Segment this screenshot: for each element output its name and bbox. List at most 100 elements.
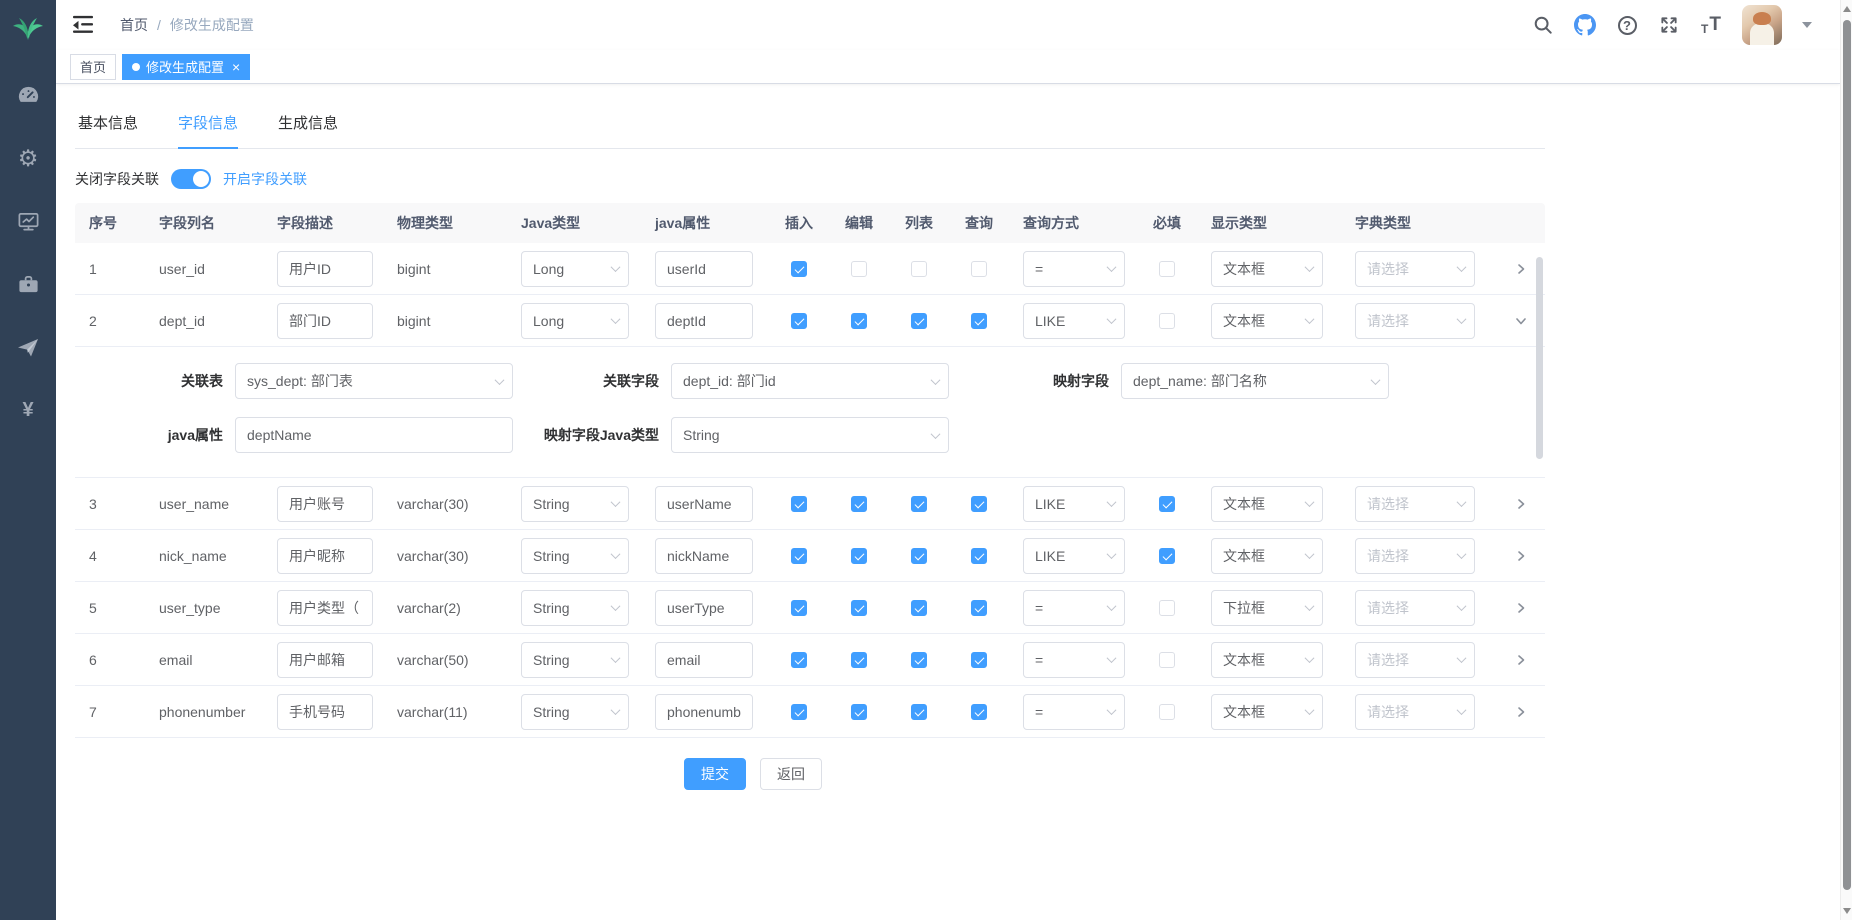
required-checkbox[interactable] xyxy=(1159,496,1175,512)
display-type-select[interactable]: 文本框 xyxy=(1211,642,1323,678)
list-checkbox[interactable] xyxy=(911,496,927,512)
java-type-select[interactable]: String xyxy=(521,642,629,678)
query-checkbox[interactable] xyxy=(971,496,987,512)
expand-row-button[interactable] xyxy=(1514,497,1528,511)
query-checkbox[interactable] xyxy=(971,548,987,564)
query-mode-select[interactable]: LIKE xyxy=(1023,538,1125,574)
query-mode-select[interactable]: = xyxy=(1023,590,1125,626)
field-desc-input[interactable] xyxy=(277,486,373,522)
dict-type-select[interactable]: 请选择 xyxy=(1355,251,1475,287)
query-mode-select[interactable]: = xyxy=(1023,642,1125,678)
user-menu-caret-icon[interactable] xyxy=(1802,22,1812,28)
tab-gen-info[interactable]: 生成信息 xyxy=(278,102,338,149)
insert-checkbox[interactable] xyxy=(791,704,807,720)
back-button[interactable]: 返回 xyxy=(760,758,822,790)
field-desc-input[interactable] xyxy=(277,590,373,626)
query-checkbox[interactable] xyxy=(971,261,987,277)
query-mode-select[interactable]: = xyxy=(1023,251,1125,287)
edit-checkbox[interactable] xyxy=(851,704,867,720)
edit-checkbox[interactable] xyxy=(851,261,867,277)
insert-checkbox[interactable] xyxy=(791,600,807,616)
query-mode-select[interactable]: LIKE xyxy=(1023,303,1125,339)
display-type-select[interactable]: 文本框 xyxy=(1211,538,1323,574)
insert-checkbox[interactable] xyxy=(791,548,807,564)
list-checkbox[interactable] xyxy=(911,313,927,329)
breadcrumb-home[interactable]: 首页 xyxy=(120,15,148,35)
query-mode-select[interactable]: = xyxy=(1023,694,1125,730)
list-checkbox[interactable] xyxy=(911,600,927,616)
mapping-field-select[interactable]: dept_name: 部门名称 xyxy=(1121,363,1389,399)
edit-checkbox[interactable] xyxy=(851,313,867,329)
java-type-select[interactable]: String xyxy=(521,538,629,574)
display-type-select[interactable]: 文本框 xyxy=(1211,486,1323,522)
required-checkbox[interactable] xyxy=(1159,261,1175,277)
display-type-select[interactable]: 文本框 xyxy=(1211,694,1323,730)
insert-checkbox[interactable] xyxy=(791,313,807,329)
user-avatar[interactable] xyxy=(1742,5,1782,45)
dict-type-select[interactable]: 请选择 xyxy=(1355,642,1475,678)
sidebar-collapse-button[interactable] xyxy=(72,15,94,35)
tag-modify-gen-config[interactable]: 修改生成配置 × xyxy=(122,54,250,80)
java-attr-input[interactable] xyxy=(655,486,753,522)
edit-checkbox[interactable] xyxy=(851,548,867,564)
scrollbar-down-arrow[interactable] xyxy=(1842,908,1852,914)
required-checkbox[interactable] xyxy=(1159,313,1175,329)
field-desc-input[interactable] xyxy=(277,694,373,730)
sidebar-item-finance[interactable]: ¥ xyxy=(0,397,56,423)
search-button[interactable] xyxy=(1532,14,1554,36)
dict-type-select[interactable]: 请选择 xyxy=(1355,590,1475,626)
required-checkbox[interactable] xyxy=(1159,548,1175,564)
java-attr-input[interactable] xyxy=(655,694,753,730)
java-type-select[interactable]: String xyxy=(521,590,629,626)
insert-checkbox[interactable] xyxy=(791,261,807,277)
field-desc-input[interactable] xyxy=(277,251,373,287)
java-type-select[interactable]: Long xyxy=(521,251,629,287)
sidebar-item-dashboard[interactable] xyxy=(0,82,56,108)
expand-row-button[interactable] xyxy=(1514,705,1528,719)
mapping-java-attr-input[interactable] xyxy=(235,417,513,453)
edit-checkbox[interactable] xyxy=(851,600,867,616)
insert-checkbox[interactable] xyxy=(791,652,807,668)
table-scrollbar-thumb[interactable] xyxy=(1536,257,1543,459)
dict-type-select[interactable]: 请选择 xyxy=(1355,486,1475,522)
sidebar-item-deploy[interactable] xyxy=(0,334,56,360)
help-button[interactable] xyxy=(1616,14,1638,36)
required-checkbox[interactable] xyxy=(1159,704,1175,720)
java-attr-input[interactable] xyxy=(655,642,753,678)
submit-button[interactable]: 提交 xyxy=(684,758,746,790)
query-checkbox[interactable] xyxy=(971,652,987,668)
java-type-select[interactable]: String xyxy=(521,486,629,522)
app-logo[interactable] xyxy=(0,0,56,56)
required-checkbox[interactable] xyxy=(1159,600,1175,616)
insert-checkbox[interactable] xyxy=(791,496,807,512)
required-checkbox[interactable] xyxy=(1159,652,1175,668)
expand-row-button[interactable] xyxy=(1514,601,1528,615)
fullscreen-button[interactable] xyxy=(1658,14,1680,36)
display-type-select[interactable]: 文本框 xyxy=(1211,251,1323,287)
java-attr-input[interactable] xyxy=(655,251,753,287)
display-type-select[interactable]: 文本框 xyxy=(1211,303,1323,339)
window-scrollbar[interactable] xyxy=(1840,0,1852,920)
dict-type-select[interactable]: 请选择 xyxy=(1355,694,1475,730)
list-checkbox[interactable] xyxy=(911,548,927,564)
list-checkbox[interactable] xyxy=(911,704,927,720)
field-desc-input[interactable] xyxy=(277,303,373,339)
java-attr-input[interactable] xyxy=(655,303,753,339)
java-attr-input[interactable] xyxy=(655,538,753,574)
scrollbar-thumb[interactable] xyxy=(1843,20,1851,890)
scrollbar-up-arrow[interactable] xyxy=(1842,6,1852,12)
sidebar-item-monitor[interactable] xyxy=(0,208,56,234)
edit-checkbox[interactable] xyxy=(851,496,867,512)
field-relation-switch[interactable] xyxy=(171,169,211,189)
query-checkbox[interactable] xyxy=(971,704,987,720)
mapping-java-type-select[interactable]: String xyxy=(671,417,949,453)
query-checkbox[interactable] xyxy=(971,600,987,616)
java-type-select[interactable]: Long xyxy=(521,303,629,339)
github-link[interactable] xyxy=(1574,14,1596,36)
expand-row-button[interactable] xyxy=(1514,314,1528,328)
query-checkbox[interactable] xyxy=(971,313,987,329)
tab-field-info[interactable]: 字段信息 xyxy=(178,102,238,149)
tag-home[interactable]: 首页 xyxy=(70,54,116,80)
field-desc-input[interactable] xyxy=(277,642,373,678)
query-mode-select[interactable]: LIKE xyxy=(1023,486,1125,522)
